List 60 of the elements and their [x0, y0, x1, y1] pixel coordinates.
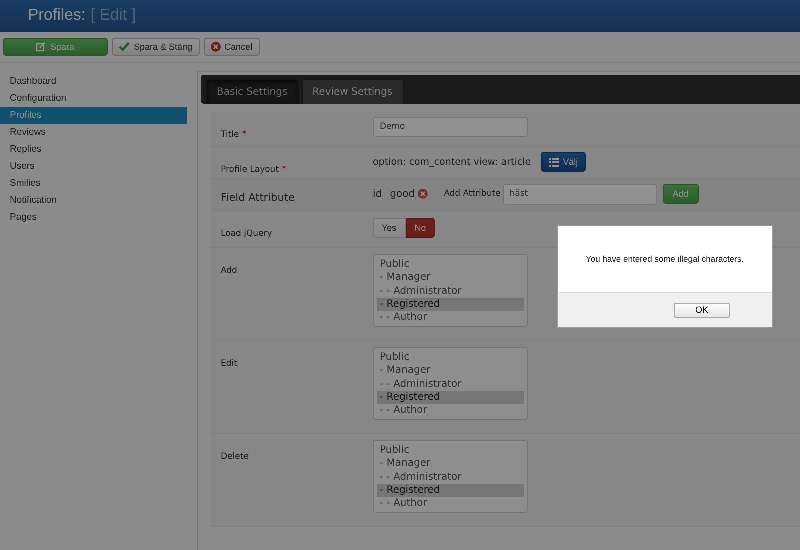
- sidebar-item[interactable]: Notification: [0, 192, 187, 209]
- list-option[interactable]: - Manager: [377, 271, 524, 285]
- sidebar-item[interactable]: Smilies: [0, 175, 187, 192]
- cancel-button[interactable]: Cancel: [204, 38, 260, 56]
- attribute-tag: id: [373, 188, 382, 200]
- page-title: Profiles:: [28, 7, 86, 25]
- toggle-option[interactable]: No: [406, 218, 436, 238]
- field-label: Add: [221, 266, 238, 276]
- remove-icon[interactable]: [418, 189, 428, 199]
- cancel-icon: [210, 42, 221, 52]
- list-option[interactable]: - Registered: [377, 390, 524, 404]
- required-marker: *: [282, 165, 287, 175]
- tab[interactable]: Review Settings: [302, 79, 404, 104]
- field-label: Edit: [221, 359, 238, 369]
- group-listbox[interactable]: Public - Manager - - Administrator - Registered - - Author: [373, 347, 528, 420]
- sidebar-item[interactable]: Dashboard: [0, 73, 187, 90]
- save-close-button[interactable]: Spara & Stäng: [112, 38, 200, 56]
- save-button[interactable]: Spara: [3, 38, 108, 56]
- page-subtitle: [ Edit ]: [90, 7, 136, 25]
- list-icon: [549, 158, 560, 166]
- list-option[interactable]: - Registered: [377, 484, 524, 498]
- sidebar-item[interactable]: Profiles: [0, 107, 187, 124]
- list-option[interactable]: - Registered: [377, 298, 524, 312]
- list-option[interactable]: Public: [377, 258, 524, 272]
- layout-text: option: com_content view: article: [373, 156, 532, 168]
- field-label: Title: [221, 130, 240, 140]
- list-option[interactable]: - - Author: [377, 311, 524, 324]
- group-listbox[interactable]: Public - Manager - - Administrator - Registered - - Author: [373, 254, 528, 328]
- add-attribute-label: Add Attribute: [444, 189, 501, 199]
- tab[interactable]: Basic Settings: [206, 79, 299, 104]
- field-label: Field Attribute: [221, 192, 295, 204]
- attribute-tag: good: [390, 188, 416, 200]
- ok-button[interactable]: OK: [674, 302, 730, 318]
- list-option[interactable]: - - Author: [377, 497, 524, 510]
- field-label: Delete: [221, 452, 249, 462]
- title-field[interactable]: Demo: [373, 117, 528, 137]
- list-option[interactable]: - Manager: [377, 364, 524, 378]
- list-option[interactable]: Public: [377, 351, 524, 364]
- list-option[interactable]: - - Administrator: [377, 284, 524, 298]
- add-button[interactable]: Add: [662, 184, 699, 204]
- required-marker: *: [242, 130, 247, 140]
- list-option[interactable]: - - Author: [377, 404, 524, 418]
- sidebar-item[interactable]: Replies: [0, 141, 187, 158]
- field-label: Load jQuery: [221, 229, 272, 239]
- group-listbox[interactable]: Public - Manager - - Administrator - Registered - - Author: [373, 440, 528, 514]
- field-label: Profile Layout: [221, 165, 280, 175]
- choose-button[interactable]: Välj: [541, 152, 586, 172]
- alert-message: You have entered some illegal characters.: [586, 254, 744, 264]
- sidebar-item[interactable]: Pages: [0, 209, 187, 226]
- sidebar-item[interactable]: Users: [0, 158, 187, 175]
- toggle-option[interactable]: Yes: [373, 218, 406, 238]
- attribute-field[interactable]: häst: [502, 184, 657, 204]
- edit-icon: [36, 42, 46, 52]
- list-option[interactable]: - - Administrator: [377, 378, 524, 391]
- check-icon: [119, 42, 130, 52]
- list-option[interactable]: Public: [377, 444, 524, 458]
- sidebar-item[interactable]: Configuration: [0, 90, 187, 107]
- sidebar-item[interactable]: Reviews: [0, 124, 187, 141]
- list-option[interactable]: - - Administrator: [377, 470, 524, 484]
- list-option[interactable]: - Manager: [377, 457, 524, 471]
